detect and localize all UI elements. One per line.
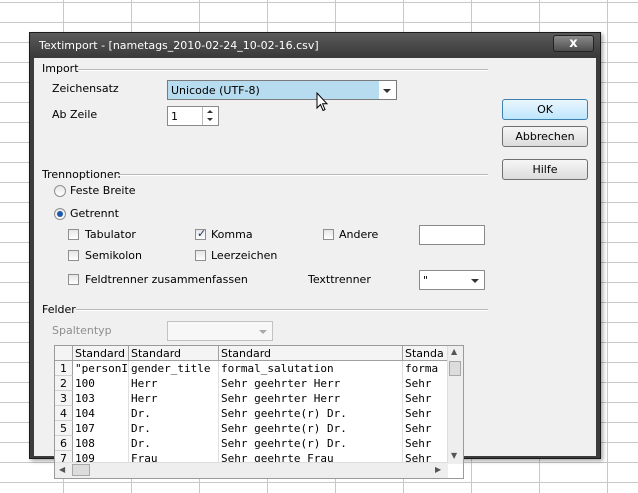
table-cell: Sehr geehrte(r) Dr. — [219, 421, 403, 436]
row-number: 2 — [55, 376, 73, 391]
close-button[interactable]: x — [553, 35, 594, 52]
fields-group-label: Felder — [42, 303, 76, 316]
import-divider — [78, 69, 488, 71]
table-cell: Sehr — [403, 376, 448, 391]
separator-divider — [118, 174, 488, 176]
row-number: 3 — [55, 391, 73, 406]
separated-radio[interactable] — [54, 208, 66, 220]
charset-value: Unicode (UTF-8) — [171, 84, 260, 97]
fields-divider — [76, 309, 488, 311]
text-import-dialog: Textimport - [nametags_2010-02-24_10-02-… — [29, 32, 601, 479]
spinner-arrows-icon[interactable] — [202, 107, 218, 125]
close-icon: x — [569, 36, 578, 51]
vertical-scroll-thumb[interactable] — [449, 361, 461, 376]
row-number: 6 — [55, 436, 73, 451]
scroll-up-icon[interactable]: ▲ — [451, 347, 457, 356]
scroll-down-icon[interactable]: ▼ — [451, 451, 457, 460]
table-cell: 107 — [73, 421, 129, 436]
table-cell: Herr — [129, 391, 219, 406]
table-cell: Herr — [129, 376, 219, 391]
horizontal-scroll-thumb[interactable] — [72, 464, 90, 476]
charset-select[interactable]: Unicode (UTF-8) — [167, 80, 397, 100]
row-number: 5 — [55, 421, 73, 436]
dialog-body: Import Zeichensatz Unicode (UTF-8) Ab Ze… — [34, 58, 596, 479]
table-cell: Sehr geehrter Herr — [219, 376, 403, 391]
horizontal-scrollbar[interactable]: ◀ ▶ — [55, 462, 448, 478]
title-bar: Textimport - [nametags_2010-02-24_10-02-… — [30, 33, 600, 57]
table-cell: Dr. — [129, 406, 219, 421]
import-group-label: Import — [42, 62, 79, 75]
tab-checkbox[interactable] — [68, 229, 79, 240]
space-label: Leerzeichen — [211, 249, 278, 262]
row-number: 4 — [55, 406, 73, 421]
window-title: Textimport - [nametags_2010-02-24_10-02-… — [39, 39, 319, 52]
table-cell: Sehr geehrte(r) Dr. — [219, 406, 403, 421]
table-cell: gender_title — [129, 361, 219, 376]
table-cell: 100 — [73, 376, 129, 391]
table-cell: Sehr — [403, 436, 448, 451]
tab-label: Tabulator — [85, 228, 136, 241]
table-cell: Sehr — [403, 421, 448, 436]
table-cell: Sehr — [403, 406, 448, 421]
comma-label: Komma — [211, 228, 253, 241]
semicolon-label: Semikolon — [85, 249, 142, 262]
other-separator-input[interactable] — [419, 225, 485, 245]
column-header[interactable]: Standa — [403, 346, 448, 361]
fixed-width-radio[interactable] — [54, 185, 66, 197]
column-header[interactable]: Standard — [219, 346, 403, 361]
chevron-down-icon — [259, 330, 267, 334]
chevron-down-icon — [471, 279, 479, 283]
table-cell: Dr. — [129, 421, 219, 436]
semicolon-checkbox[interactable] — [68, 250, 79, 261]
table-cell: 108 — [73, 436, 129, 451]
cancel-button[interactable]: Abbrechen — [502, 126, 588, 147]
table-cell: Sehr — [403, 391, 448, 406]
space-checkbox[interactable] — [195, 250, 206, 261]
help-button[interactable]: Hilfe — [502, 159, 588, 180]
table-cell: Sehr geehrte(r) Dr. — [219, 436, 403, 451]
checkmark-icon: ✓ — [197, 227, 207, 240]
fixed-width-label: Feste Breite — [70, 184, 136, 197]
scroll-right-icon[interactable]: ▶ — [435, 465, 441, 474]
row-number: 1 — [55, 361, 73, 376]
column-header[interactable]: Standard — [129, 346, 219, 361]
separator-group-label: Trennoptionen — [42, 168, 121, 181]
other-checkbox[interactable] — [323, 229, 334, 240]
merge-delimiters-label: Feldtrenner zusammenfassen — [85, 273, 248, 286]
text-delimiter-value: " — [423, 274, 429, 287]
other-label: Andere — [339, 228, 379, 241]
scroll-left-icon[interactable]: ◀ — [59, 465, 65, 474]
import-preview-table[interactable]: Standard Standard Standard Standa 1 "pers… — [54, 345, 464, 479]
text-delimiter-select[interactable]: " — [419, 270, 485, 290]
from-row-value: 1 — [171, 110, 178, 123]
column-header[interactable]: Standard — [73, 346, 129, 361]
table-cell: 104 — [73, 406, 129, 421]
table-cell: 103 — [73, 391, 129, 406]
from-row-spinner[interactable]: 1 — [167, 106, 219, 126]
table-cell: Sehr geehrter Herr — [219, 391, 403, 406]
table-cell: forma — [403, 361, 448, 376]
corner-cell — [55, 346, 73, 361]
charset-label: Zeichensatz — [52, 82, 119, 95]
table-cell: formal_salutation — [219, 361, 403, 376]
mouse-cursor-icon — [316, 92, 328, 112]
comma-checkbox[interactable]: ✓ — [195, 227, 207, 240]
chevron-down-icon — [383, 89, 391, 93]
column-type-label: Spaltentyp — [52, 324, 112, 337]
text-delimiter-label: Texttrenner — [308, 273, 371, 286]
column-type-select[interactable] — [167, 321, 273, 341]
ok-button[interactable]: OK — [502, 99, 588, 120]
merge-delimiters-checkbox[interactable] — [68, 274, 79, 285]
table-cell: "personID" — [75, 361, 129, 376]
vertical-scrollbar[interactable]: ▲ ▼ — [447, 346, 463, 464]
table-cell: Dr. — [129, 436, 219, 451]
separated-label: Getrennt — [70, 207, 119, 220]
from-row-label: Ab Zeile — [52, 108, 98, 121]
